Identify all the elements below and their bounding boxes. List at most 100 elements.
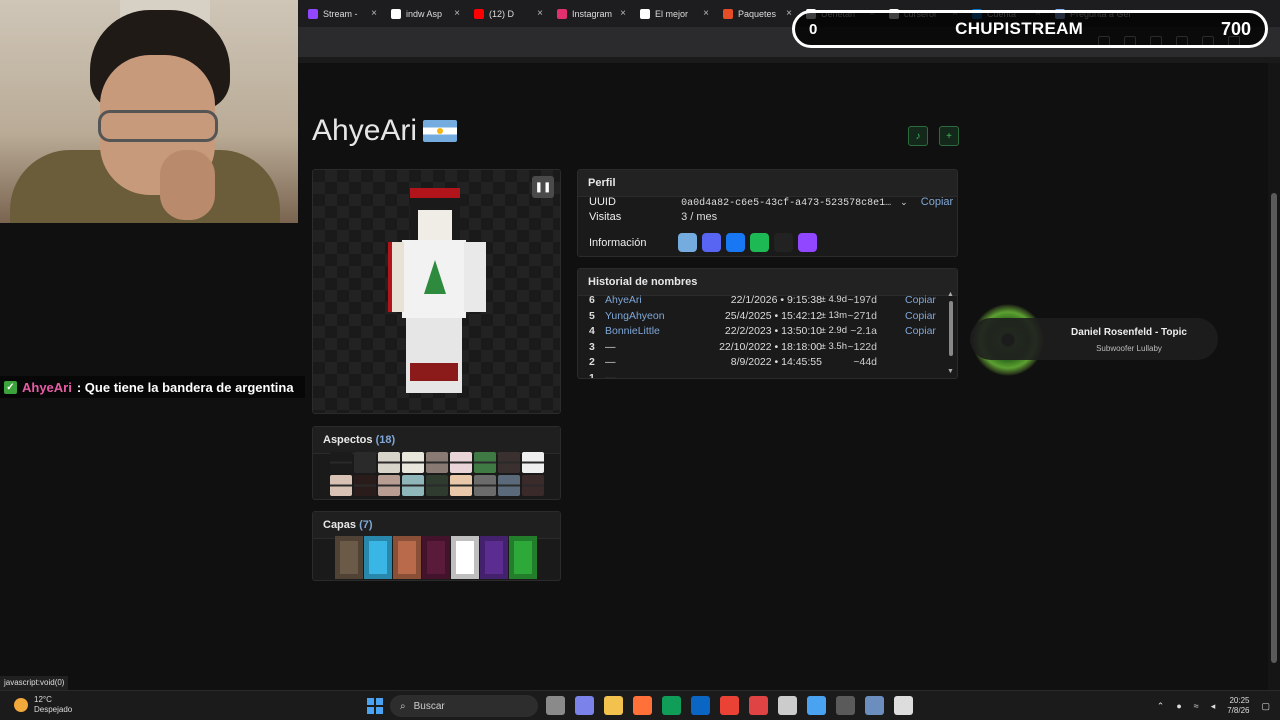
uuid-value[interactable]: 0a0d4a82-c6e5-43cf-a473-523578c8e1…: [681, 198, 891, 209]
skin-thumbnail[interactable]: [354, 452, 376, 473]
taskbar-app-icon[interactable]: [894, 696, 913, 715]
discord-icon[interactable]: [702, 233, 721, 252]
copy-name-button[interactable]: Copiar: [905, 294, 936, 306]
taskbar-app-icon[interactable]: [807, 696, 826, 715]
weather-widget[interactable]: 12°C Despejado: [14, 695, 72, 715]
skin-thumbnail[interactable]: [474, 475, 496, 496]
copy-name-button[interactable]: Copiar: [905, 325, 936, 337]
notify-bell-button[interactable]: ♪: [908, 126, 928, 146]
history-name: —: [605, 340, 616, 353]
visits-row: Visitas 3 / mes: [589, 211, 717, 223]
history-name[interactable]: YungAhyeon: [605, 310, 665, 322]
skin-thumbnail[interactable]: [354, 475, 376, 496]
taskbar-app-icon[interactable]: [836, 696, 855, 715]
skin-thumbnail[interactable]: [450, 452, 472, 473]
skin-thumbnail[interactable]: [426, 475, 448, 496]
taskbar-app-icon[interactable]: [720, 696, 739, 715]
cape-thumbnail[interactable]: [393, 536, 421, 579]
skin-thumbnail[interactable]: [474, 452, 496, 473]
taskbar-app-icon[interactable]: [778, 696, 797, 715]
browser-tab[interactable]: indw Asp ×: [383, 0, 466, 27]
taskbar-search[interactable]: ⌕ Buscar: [390, 695, 538, 717]
info-row: Información: [589, 237, 678, 249]
taskbar-app-icon[interactable]: [604, 696, 623, 715]
skin-thumbnail[interactable]: [330, 475, 352, 496]
skin-thumbnail[interactable]: [378, 452, 400, 473]
tiktok-icon[interactable]: [774, 233, 793, 252]
tab-favicon-icon: [391, 8, 401, 19]
taskbar-app-icon[interactable]: [662, 696, 681, 715]
taskbar-app-icon[interactable]: [633, 696, 652, 715]
history-date: 22/1/2026 • 9:15:38: [730, 294, 822, 306]
skin-thumbnail[interactable]: [522, 452, 544, 473]
skin-viewer[interactable]: ❚❚: [312, 169, 561, 414]
skin-thumbnail[interactable]: [426, 452, 448, 473]
history-row: 2 — 8/9/2022 • 14:45:55 ~44d: [589, 356, 939, 371]
taskbar-app-icon[interactable]: [575, 696, 594, 715]
counter-title: CHUPISTREAM: [955, 19, 1084, 38]
copy-name-button[interactable]: Copiar: [905, 310, 936, 322]
name-history-card: Historial de nombres 6 AhyeAri 22/1/2026 •…: [577, 268, 958, 379]
wifi-icon[interactable]: ≈: [1194, 701, 1199, 711]
copy-uuid-button[interactable]: Copiar: [921, 196, 953, 208]
taskbar-app-icon[interactable]: [865, 696, 884, 715]
windows-start-icon[interactable]: [367, 698, 383, 714]
taskbar-app-icon[interactable]: [546, 696, 565, 715]
scroll-up-icon[interactable]: ▲: [947, 291, 954, 298]
tab-label: Stream -: [323, 8, 358, 19]
tab-favicon-icon: [723, 8, 733, 19]
scroll-down-icon[interactable]: ▼: [947, 368, 954, 375]
history-index: 4: [589, 325, 595, 337]
chevron-up-icon[interactable]: ⌃: [1157, 701, 1165, 712]
skin-thumbnail[interactable]: [402, 475, 424, 496]
volume-icon[interactable]: ◂: [1211, 701, 1216, 712]
skin-thumbnail[interactable]: [498, 475, 520, 496]
pause-button[interactable]: ❚❚: [532, 176, 554, 198]
close-tab-icon[interactable]: ×: [371, 8, 377, 19]
social-links: [678, 233, 817, 252]
history-name[interactable]: AhyeAri: [605, 294, 642, 306]
argentina-flag-icon[interactable]: [678, 233, 697, 252]
close-tab-icon[interactable]: ×: [537, 8, 543, 19]
weather-temp: 12°C: [34, 695, 52, 704]
cape-thumbnail[interactable]: [451, 536, 479, 579]
page-scrollbar[interactable]: [1268, 63, 1280, 690]
skin-thumbnail[interactable]: [450, 475, 472, 496]
notification-icon[interactable]: ▢: [1261, 701, 1270, 712]
browser-tab[interactable]: Stream - ×: [300, 0, 383, 27]
chevron-down-icon[interactable]: ⌄: [900, 197, 908, 207]
cape-thumbnail[interactable]: [335, 536, 363, 579]
twitch-icon[interactable]: [798, 233, 817, 252]
clock[interactable]: 20:25 7/8/26: [1227, 696, 1249, 716]
history-index: 1: [589, 371, 595, 379]
weather-desc: Despejado: [34, 705, 73, 714]
skin-thumbnail[interactable]: [522, 475, 544, 496]
page-scrollbar-thumb[interactable]: [1271, 193, 1277, 663]
skin-thumbnail[interactable]: [378, 475, 400, 496]
cape-thumbnail[interactable]: [364, 536, 392, 579]
history-scrollbar[interactable]: ▲ ▼: [947, 291, 955, 376]
spotify-icon[interactable]: [750, 233, 769, 252]
browser-tab[interactable]: Paquetes ×: [715, 0, 798, 27]
cape-thumbnail[interactable]: [480, 536, 508, 579]
taskbar-app-icon[interactable]: [691, 696, 710, 715]
close-tab-icon[interactable]: ×: [454, 8, 460, 19]
taskbar-app-icon[interactable]: [749, 696, 768, 715]
microphone-icon[interactable]: ●: [1176, 701, 1181, 711]
scrollbar-thumb[interactable]: [949, 301, 953, 356]
facebook-icon[interactable]: [726, 233, 745, 252]
skin-thumbnail[interactable]: [402, 452, 424, 473]
skin-thumbnail[interactable]: [498, 452, 520, 473]
cape-thumbnail[interactable]: [509, 536, 537, 579]
cape-thumbnail[interactable]: [422, 536, 450, 579]
skins-heading: Aspectos (18): [313, 427, 560, 454]
close-tab-icon[interactable]: ×: [703, 8, 709, 19]
browser-tab[interactable]: (12) D ×: [466, 0, 549, 27]
browser-tab[interactable]: Instagram ×: [549, 0, 632, 27]
history-name[interactable]: BonnieLittle: [605, 325, 660, 337]
browser-tab[interactable]: El mejor ×: [632, 0, 715, 27]
add-friend-button[interactable]: +: [939, 126, 959, 146]
close-tab-icon[interactable]: ×: [620, 8, 626, 19]
close-tab-icon[interactable]: ×: [786, 8, 792, 19]
skin-thumbnail[interactable]: [330, 452, 352, 473]
